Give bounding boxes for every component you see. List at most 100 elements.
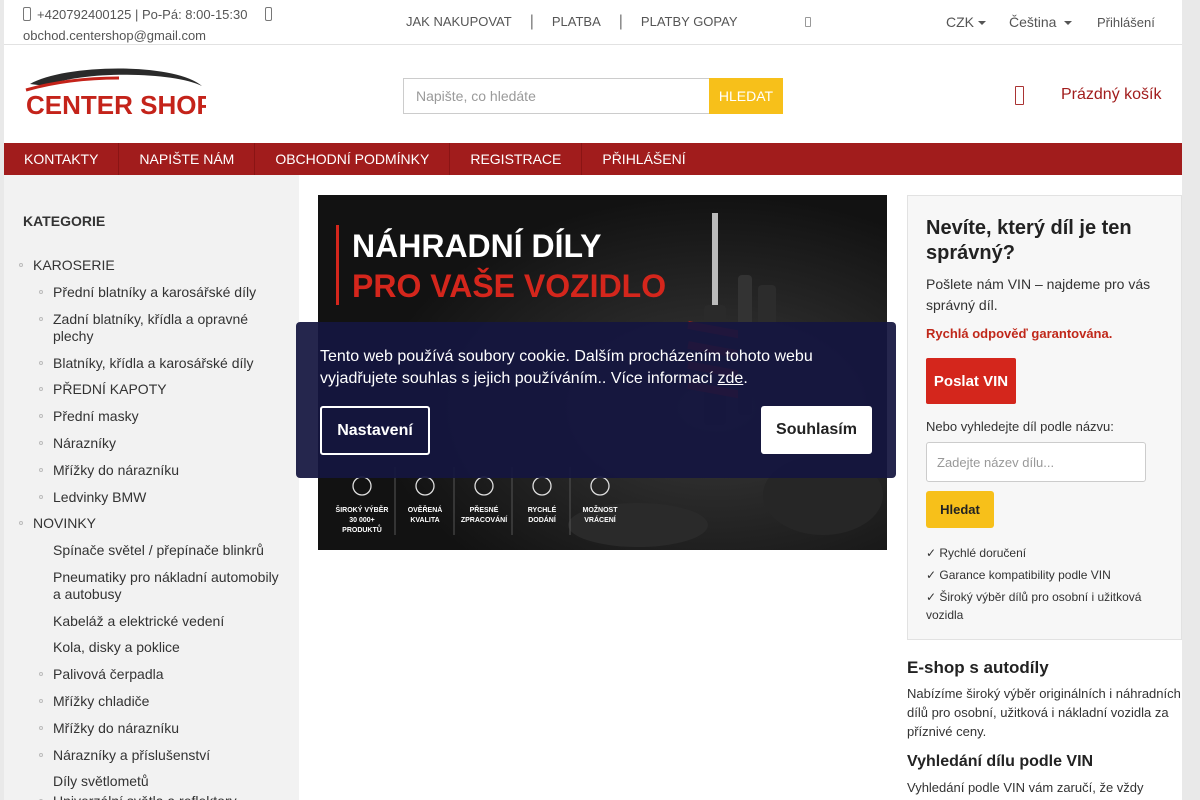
bullet-icon: [39, 672, 43, 676]
category-item[interactable]: Spínače světel / přepínače blinkrů: [53, 542, 285, 559]
category-label: Díly světlometů: [53, 773, 149, 789]
category-item[interactable]: PŘEDNÍ KAPOTY: [39, 381, 285, 398]
banner-feature-label: ZPRACOVÁNÍ: [461, 515, 508, 524]
banner-feature-label: VRÁCENÍ: [584, 515, 617, 524]
category-label: Mřížky do nárazníku: [53, 720, 180, 736]
category-label: Zadní blatníky, křídla a opravné plechy: [53, 311, 249, 344]
banner-feature-label: RYCHLÉ: [528, 505, 557, 514]
nav-item-prihlaseni[interactable]: PŘIHLÁŠENÍ: [582, 143, 705, 175]
logo-graphic: CENTER SHOP: [25, 68, 214, 120]
top-link-separator: |: [618, 13, 623, 30]
bullet-icon: [39, 387, 43, 391]
banner-feature-label: MOŽNOST: [583, 505, 619, 514]
banner-title-line2: PRO VAŠE VOZIDLO: [352, 268, 666, 304]
login-link[interactable]: Přihlášení: [1097, 15, 1155, 30]
sidebar: KATEGORIE KAROSERIE Přední blatníky a kar…: [4, 175, 299, 800]
language-dropdown[interactable]: Čeština: [1009, 14, 1073, 30]
nav-item-obchodni-podminky[interactable]: OBCHODNÍ PODMÍNKY: [255, 143, 451, 175]
bullet-icon: [39, 290, 43, 294]
eshop-text: Nabízíme široký výběr originálních i náh…: [907, 686, 1181, 739]
phone-hours: +420792400125 | Po-Pá: 8:00-15:30: [37, 7, 248, 22]
bullet-icon: [39, 753, 43, 757]
top-bar: +420792400125 | Po-Pá: 8:00-15:30 obchod…: [4, 0, 1182, 45]
cookie-settings-button[interactable]: Nastavení: [320, 406, 430, 455]
category-item[interactable]: NOVINKY: [19, 515, 273, 532]
category-item[interactable]: Kabeláž a elektrické vedení: [53, 613, 285, 630]
email-link[interactable]: obchod.centershop@gmail.com: [23, 28, 206, 43]
banner-accent-bar: [336, 225, 339, 305]
categories-title: KATEGORIE: [23, 213, 106, 229]
category-label: Přední blatníky a karosářské díly: [53, 284, 257, 300]
banner-feature-label: 30 000+: [349, 517, 375, 524]
banner-feature-label: PŘESNÉ: [470, 505, 499, 514]
cookie-more-info-link[interactable]: zde: [718, 370, 744, 387]
vin-heading: Nevíte, který díl je ten správný?: [926, 217, 1132, 264]
category-label: Přední masky: [53, 408, 139, 424]
nav-item-registrace[interactable]: REGISTRACE: [450, 143, 583, 175]
bullet-icon: [39, 726, 43, 730]
category-item[interactable]: Mřížky do nárazníku: [39, 462, 285, 479]
currency-dropdown[interactable]: CZK: [946, 14, 986, 30]
part-name-input[interactable]: [926, 442, 1146, 482]
main-nav: KONTAKTY NAPIŠTE NÁM OBCHODNÍ PODMÍNKY R…: [4, 143, 1182, 175]
contact-info: +420792400125 | Po-Pá: 8:00-15:30 obchod…: [23, 4, 303, 46]
vin-feature: ✓ Rychlé doručení: [926, 546, 1027, 560]
top-link-platba[interactable]: PLATBA: [552, 14, 601, 29]
category-item[interactable]: Univerzální světla a reflektory: [39, 793, 285, 800]
category-label: Nárazníky: [53, 435, 117, 451]
vin-section-heading: Vyhledání dílu podle VIN: [907, 753, 1094, 770]
category-item[interactable]: Díly světlometů: [53, 773, 285, 790]
more-icon[interactable]: [805, 17, 811, 27]
bullet-icon: [19, 521, 23, 525]
category-label: Kabeláž a elektrické vedení: [53, 613, 225, 629]
category-item[interactable]: Kola, disky a poklice: [53, 639, 285, 656]
category-label: KAROSERIE: [33, 257, 115, 273]
category-label: PŘEDNÍ KAPOTY: [53, 381, 167, 397]
nav-item-kontakty[interactable]: KONTAKTY: [4, 143, 120, 175]
category-item[interactable]: Mřížky chladiče: [39, 693, 285, 710]
category-label: Spínače světel / přepínače blinkrů: [53, 542, 264, 558]
search-input[interactable]: [403, 78, 709, 114]
category-label: Kola, disky a poklice: [53, 639, 180, 655]
category-label: Nárazníky a příslušenství: [53, 747, 211, 763]
part-search-button[interactable]: Hledat: [926, 491, 994, 528]
category-item[interactable]: Nárazníky a příslušenství: [39, 747, 285, 764]
currency-value: CZK: [946, 14, 974, 30]
category-item[interactable]: Zadní blatníky, křídla a opravné plechy: [39, 311, 285, 345]
bullet-icon: [39, 317, 43, 321]
bullet-icon: [39, 468, 43, 472]
category-item[interactable]: Pneumatiky pro nákladní automobily a aut…: [53, 569, 285, 603]
nav-item-napiste-nam[interactable]: NAPIŠTE NÁM: [119, 143, 256, 175]
search-button[interactable]: HLEDAT: [709, 78, 783, 114]
mail-icon: [265, 7, 273, 21]
category-label: NOVINKY: [33, 515, 97, 531]
vin-guarantee: Rychlá odpověď garantována.: [926, 326, 1113, 341]
send-vin-button[interactable]: Poslat VIN: [926, 358, 1016, 404]
category-item[interactable]: Přední blatníky a karosářské díly: [39, 284, 285, 301]
vin-feature: ✓ Garance kompatibility podle VIN: [926, 568, 1111, 582]
category-label: Blatníky, křídla a karosářské díly: [53, 355, 254, 371]
category-item[interactable]: Palivová čerpadla: [39, 666, 285, 683]
cookie-agree-button[interactable]: Souhlasím: [761, 406, 872, 454]
vin-section-text: Vyhledání podle VIN vám zaručí, že vždy: [907, 780, 1144, 795]
bullet-icon: [39, 361, 43, 365]
logo[interactable]: CENTER SHOP: [24, 64, 214, 120]
logo-text-center: CENTER SHOP: [26, 90, 206, 120]
bullet-icon: [39, 699, 43, 703]
category-item[interactable]: KAROSERIE: [19, 257, 273, 274]
category-item[interactable]: Přední masky: [39, 408, 285, 425]
cart-icon[interactable]: [1015, 86, 1024, 105]
bullet-icon: [39, 441, 43, 445]
category-item[interactable]: Mřížky do nárazníku: [39, 720, 285, 737]
chevron-down-icon: [1064, 21, 1073, 25]
category-label: Mřížky chladiče: [53, 693, 150, 709]
category-item[interactable]: Blatníky, křídla a karosářské díly: [39, 355, 285, 372]
top-link-platby-gopay[interactable]: PLATBY GOPAY: [641, 14, 738, 29]
category-item[interactable]: Ledvinky BMW: [39, 489, 285, 506]
cart-link[interactable]: Prázdný košík: [1061, 86, 1161, 104]
category-item[interactable]: Nárazníky: [39, 435, 285, 452]
top-link-jak-nakupovat[interactable]: JAK NAKUPOVAT: [406, 14, 512, 29]
category-label: Mřížky do nárazníku: [53, 462, 180, 478]
bullet-icon: [39, 414, 43, 418]
vin-text: Pošlete nám VIN – najdeme pro vás správn…: [926, 276, 1151, 313]
